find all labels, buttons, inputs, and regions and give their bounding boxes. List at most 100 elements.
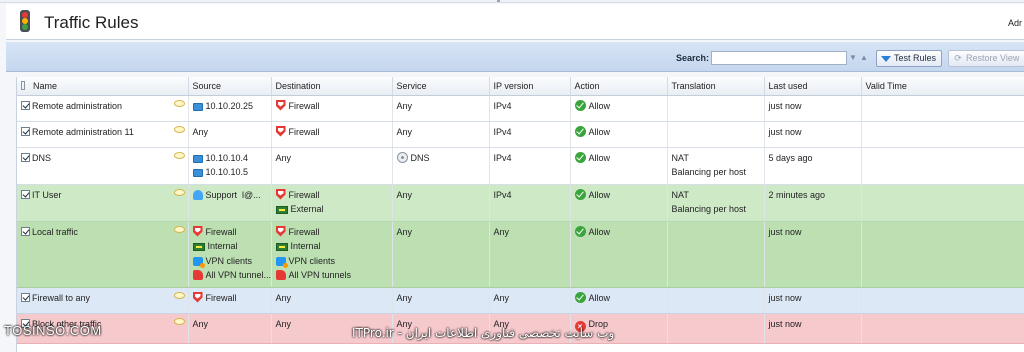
rule-name-cell[interactable]: DNS [17, 147, 189, 185]
rule-last-used-cell: just now [764, 121, 862, 148]
rule-valid-time-cell[interactable] [861, 313, 1024, 344]
rule-service-cell[interactable]: Any [392, 121, 490, 148]
rule-valid-time-cell[interactable] [861, 147, 1024, 185]
rule-row[interactable]: Remote administration 10.10.20.25 Firewall… [17, 95, 1024, 122]
rule-enabled-checkbox[interactable] [21, 226, 30, 236]
rule-name-cell[interactable]: Local traffic [17, 221, 189, 288]
column-header-valid-time[interactable]: Valid Time [861, 77, 1024, 96]
rule-row[interactable]: IT User Support l@... Firewall External Any I… [17, 184, 1024, 222]
rule-action-cell[interactable]: Allow [570, 184, 668, 222]
rule-ip-version-cell[interactable]: IPv4 [489, 184, 571, 222]
rule-action-cell[interactable]: Allow [570, 147, 668, 185]
top-strip [0, 0, 1024, 3]
rule-name-cell[interactable]: Remote administration [17, 95, 189, 122]
rule-action-cell[interactable]: Allow [570, 221, 668, 288]
rule-source-cell[interactable]: 10.10.10.4 10.10.10.5 [188, 147, 272, 185]
rule-source-cell[interactable]: Any [188, 313, 272, 344]
comment-icon[interactable] [173, 188, 185, 196]
test-rules-button[interactable]: Test Rules [876, 50, 943, 67]
last-used-value: just now [768, 126, 802, 137]
column-chooser-icon[interactable] [21, 80, 25, 90]
rule-action-cell[interactable]: Allow [570, 95, 668, 122]
rule-ip-version-cell[interactable]: IPv4 [489, 147, 571, 185]
comment-icon[interactable] [173, 125, 185, 133]
rule-action-cell[interactable]: Allow [570, 287, 668, 314]
rule-service-cell[interactable]: DNS [392, 147, 490, 185]
column-header-destination[interactable]: Destination [271, 77, 393, 96]
comment-icon[interactable] [173, 291, 185, 299]
rule-name: IT User [32, 189, 62, 200]
rule-source-cell[interactable]: Firewall [188, 287, 272, 314]
rule-enabled-checkbox[interactable] [21, 189, 30, 199]
search-input[interactable] [711, 51, 847, 65]
traffic-light-icon [20, 10, 30, 32]
rule-valid-time-cell[interactable] [861, 287, 1024, 314]
rules-table: Name Source Destination Service IP versi… [16, 77, 1024, 352]
source-item: 10.10.10.5 [192, 165, 267, 180]
rule-destination-cell[interactable]: Any [271, 147, 393, 185]
allow-icon [574, 99, 586, 111]
rule-destination-cell[interactable]: Firewall [271, 95, 393, 122]
column-header-service[interactable]: Service [392, 77, 490, 96]
rule-translation-cell[interactable] [667, 121, 765, 148]
column-header-last-used[interactable]: Last used [764, 77, 862, 96]
rule-enabled-checkbox[interactable] [21, 126, 30, 136]
rule-name-cell[interactable]: Firewall to any [17, 287, 189, 314]
rule-source-cell[interactable]: Any [188, 121, 272, 148]
column-header-name[interactable]: Name [17, 77, 189, 96]
rule-service-cell[interactable]: Any [392, 221, 490, 288]
column-header-translation[interactable]: Translation [667, 77, 765, 96]
restore-view-button[interactable]: ⟳ Restore View [948, 50, 1024, 67]
rule-enabled-checkbox[interactable] [21, 152, 30, 162]
rule-service-cell[interactable]: Any [392, 287, 490, 314]
rule-translation-cell[interactable] [667, 287, 765, 314]
rule-valid-time-cell[interactable] [861, 121, 1024, 148]
column-header-source[interactable]: Source [188, 77, 272, 96]
rule-ip-version-cell[interactable]: Any [489, 221, 571, 288]
rule-source-cell[interactable]: Support l@... [188, 184, 272, 222]
user-name[interactable]: Adr [1008, 18, 1022, 28]
comment-icon[interactable] [173, 225, 185, 233]
rule-name-cell[interactable]: IT User [17, 184, 189, 222]
column-header-ip-version[interactable]: IP version [489, 77, 571, 96]
rule-ip-version-cell[interactable]: Any [489, 287, 571, 314]
rule-name: Remote administration [32, 100, 123, 111]
destination-item: VPN clients [275, 254, 388, 269]
shield-icon [275, 225, 286, 237]
rule-row[interactable]: Remote administration 11 Any Firewall Any IP… [17, 121, 1024, 148]
rule-row[interactable]: Firewall to any Firewall Any Any Any Allow jus… [17, 287, 1024, 314]
rule-translation-cell[interactable] [667, 95, 765, 122]
search-prev-icon[interactable]: ▲ [859, 52, 869, 64]
rule-enabled-checkbox[interactable] [21, 292, 30, 302]
rule-row[interactable]: DNS 10.10.10.4 10.10.10.5 Any DNS IPv4 Allow NA… [17, 147, 1024, 185]
rule-service-cell[interactable]: Any [392, 184, 490, 222]
rule-action-cell[interactable]: Allow [570, 121, 668, 148]
rule-service-cell[interactable]: Any [392, 95, 490, 122]
rule-destination-cell[interactable]: Firewall Internal VPN clients All VPN tunne… [271, 221, 393, 288]
rule-enabled-checkbox[interactable] [21, 100, 30, 110]
rule-valid-time-cell[interactable] [861, 184, 1024, 222]
destination-item: Any [276, 291, 388, 306]
rule-translation-cell[interactable] [667, 221, 765, 288]
rule-translation-cell[interactable]: NAT Balancing per host [667, 147, 765, 185]
search-next-icon[interactable]: ▼ [848, 52, 858, 64]
rule-translation-cell[interactable]: NAT Balancing per host [667, 184, 765, 222]
rule-destination-cell[interactable]: Firewall [271, 121, 393, 148]
comment-icon[interactable] [173, 151, 185, 159]
test-rules-label: Test Rules [894, 53, 937, 63]
rule-destination-cell[interactable]: Firewall External [271, 184, 393, 222]
comment-icon[interactable] [173, 317, 185, 325]
comment-icon[interactable] [173, 99, 185, 107]
rule-valid-time-cell[interactable] [861, 95, 1024, 122]
rule-destination-cell[interactable]: Any [271, 287, 393, 314]
rule-source-cell[interactable]: Firewall Internal VPN clients All VPN tunne… [188, 221, 272, 288]
rule-row[interactable]: Local traffic Firewall Internal VPN clients… [17, 221, 1024, 288]
rule-translation-cell[interactable] [667, 313, 765, 344]
rule-source-cell[interactable]: 10.10.20.25 [188, 95, 272, 122]
rule-name-cell[interactable]: Remote administration 11 [17, 121, 189, 148]
source-item: Internal [192, 239, 267, 254]
rule-ip-version-cell[interactable]: IPv4 [489, 121, 571, 148]
column-header-action[interactable]: Action [570, 77, 668, 96]
rule-ip-version-cell[interactable]: IPv4 [489, 95, 571, 122]
rule-valid-time-cell[interactable] [861, 221, 1024, 288]
